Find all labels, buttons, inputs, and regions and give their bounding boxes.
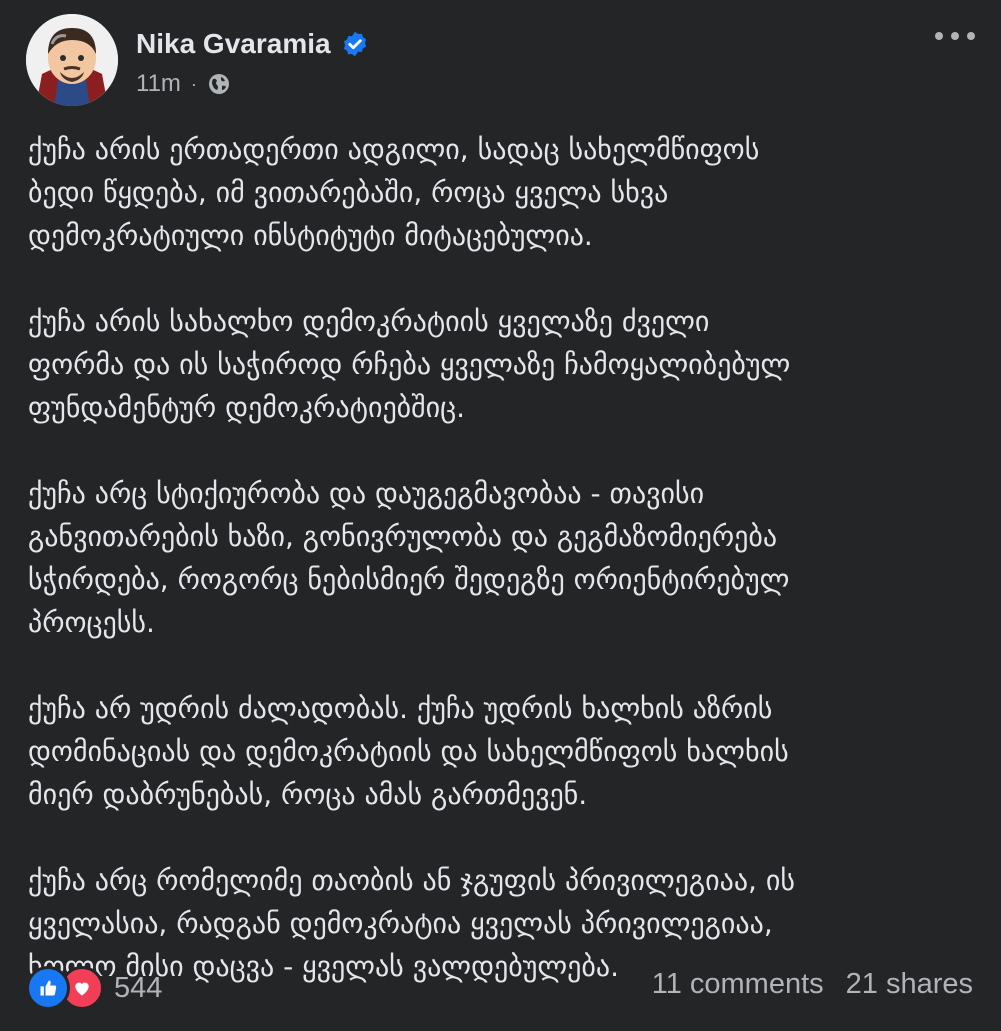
meta-separator: ·	[190, 73, 197, 94]
post-header: Nika Gvaramia 11m ·	[26, 14, 975, 106]
post-paragraph: ქუჩა არც სტიქიურობა და დაუგეგმავობაა - თ…	[28, 477, 790, 639]
comments-count-link[interactable]: 11 comments	[652, 968, 824, 1001]
author-avatar[interactable]	[26, 14, 118, 106]
post-paragraph: ქუჩა არის სახალხო დემოკრატიის ყველაზე ძვ…	[28, 305, 791, 424]
globe-icon[interactable]	[207, 72, 231, 96]
post-paragraph: ქუჩა არის ერთადერთი ადგილი, სადაც სახელმ…	[28, 133, 760, 252]
post-footer: 544 11 comments 21 shares	[26, 962, 973, 1010]
more-options-icon[interactable]	[935, 24, 975, 48]
shares-count-link[interactable]: 21 shares	[846, 968, 973, 1001]
like-icon	[26, 966, 70, 1010]
verified-badge-icon	[343, 31, 366, 57]
reactions-summary[interactable]: 544	[26, 966, 162, 1010]
post-time[interactable]: 11m	[136, 70, 181, 98]
reaction-count: 544	[114, 971, 163, 1004]
author-name[interactable]: Nika Gvaramia	[136, 28, 331, 60]
post-body: ქუჩა არის ერთადერთი ადგილი, სადაც სახელმ…	[28, 128, 978, 1031]
post-paragraph: ქუჩა არ უდრის ძალადობას. ქუჩა უდრის ხალხ…	[28, 692, 789, 811]
